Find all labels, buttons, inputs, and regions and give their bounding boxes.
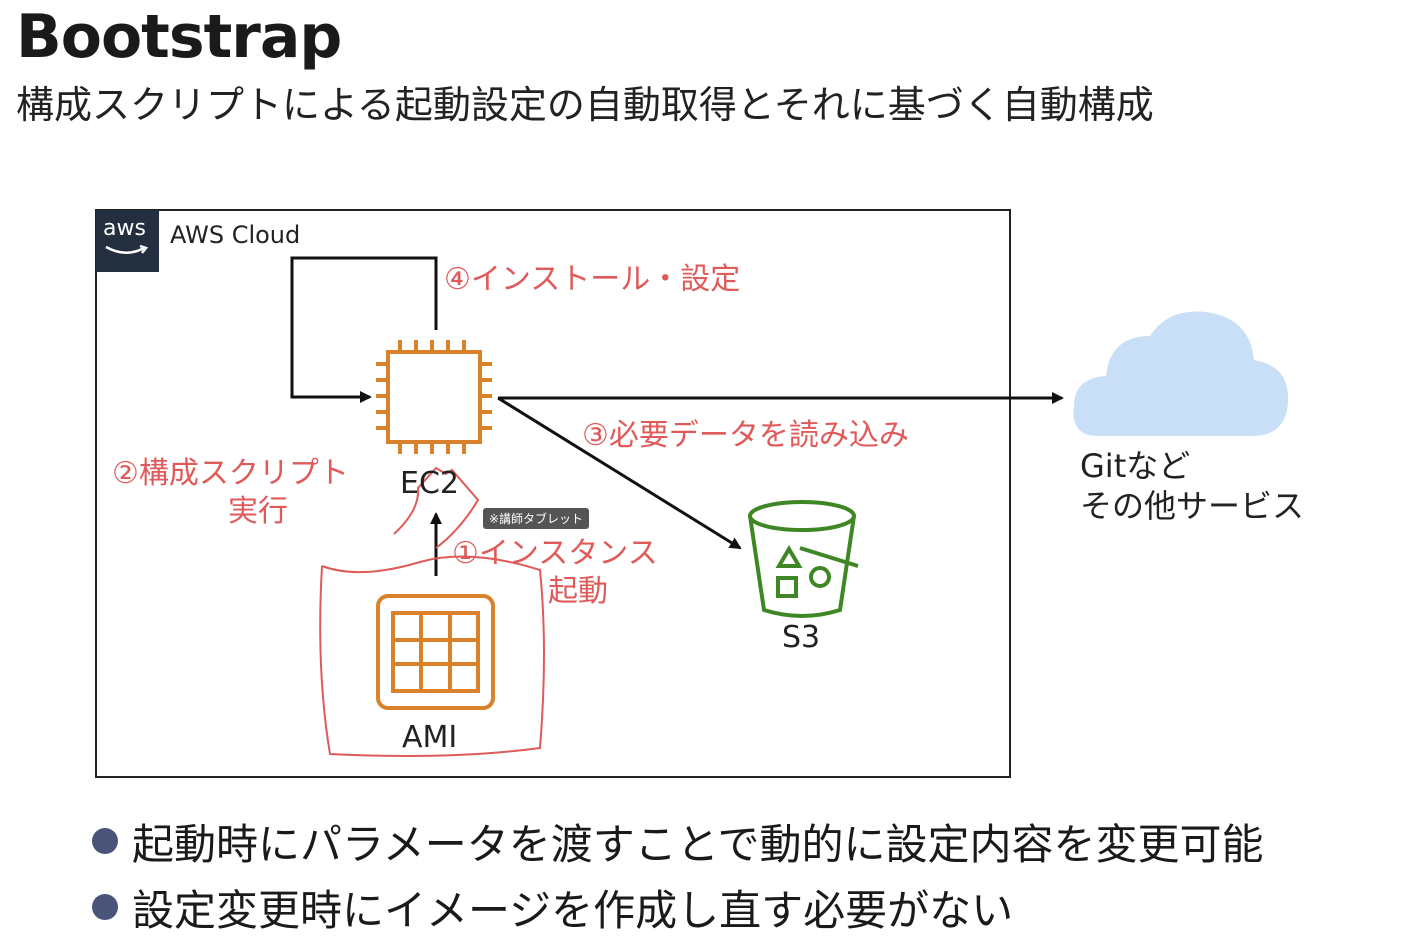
s3-bucket-icon — [748, 500, 859, 618]
external-cloud-icon — [1073, 311, 1289, 436]
step1-label-line2: 起動 — [548, 574, 608, 609]
bullet-list: 起動時にパラメータを渡すことで動的に設定内容を変更可能 設定変更時にイメージを作… — [92, 808, 1263, 940]
install-loop-arrow — [290, 256, 438, 403]
step2-label-line2: 実行 — [228, 494, 288, 529]
ec2-label: EC2 — [400, 466, 459, 501]
external-label-line1: Gitなど — [1080, 447, 1191, 485]
list-item: 設定変更時にイメージを作成し直す必要がない — [92, 874, 1263, 940]
ami-label: AMI — [402, 720, 458, 755]
bullet-dot-icon — [92, 828, 118, 854]
external-label-line2: その他サービス — [1080, 487, 1305, 525]
step4-label: ④インストール・設定 — [444, 262, 741, 297]
ami-icon — [376, 594, 495, 710]
tablet-overlay-badge: ※講師タブレット — [483, 508, 590, 529]
bullet-text: 設定変更時にイメージを作成し直す必要がない — [132, 885, 1014, 935]
external-services-label: Gitなど その他サービス — [1080, 446, 1304, 526]
step3-label: ③必要データを読み込み — [582, 418, 909, 453]
list-item: 起動時にパラメータを渡すことで動的に設定内容を変更可能 — [92, 808, 1263, 874]
bullet-text: 起動時にパラメータを渡すことで動的に設定内容を変更可能 — [132, 819, 1264, 869]
bullet-dot-icon — [92, 894, 118, 920]
s3-label: S3 — [782, 620, 821, 655]
ec2-chip-icon — [376, 340, 492, 454]
